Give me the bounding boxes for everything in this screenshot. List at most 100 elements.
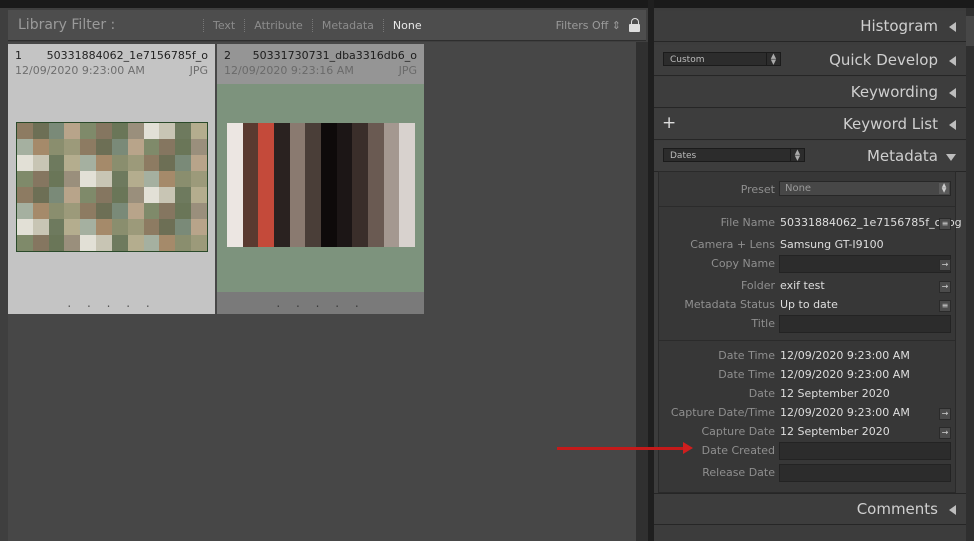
filter-attribute-tab[interactable]: Attribute	[244, 18, 312, 32]
date-time-value: 12/09/2020 9:23:00 AM	[780, 349, 910, 362]
collapse-triangle-icon	[949, 88, 956, 98]
thumbnail-pixel	[258, 216, 274, 232]
keyword-list-header[interactable]: + Keyword List	[654, 109, 966, 140]
thumbnail-pixel	[352, 200, 368, 216]
thumbnail-pixel	[127, 171, 144, 187]
section-divider	[659, 340, 955, 341]
copy-name-field[interactable]	[779, 255, 951, 273]
quick-develop-header[interactable]: Custom ▲ ▼ Quick Develop	[654, 45, 966, 76]
keywording-header[interactable]: Keywording	[654, 77, 966, 108]
quick-develop-title: Quick Develop	[829, 51, 938, 69]
thumbnail-pixel	[336, 154, 353, 170]
grid-cell-2[interactable]: 2 50331730731_dba3316db6_o 12/09/2020 9:…	[217, 44, 424, 314]
thumbnail-pixel	[336, 231, 353, 247]
metadata-row-capture-date-time: Capture Date/Time 12/09/2020 9:23:00 AM …	[659, 404, 955, 423]
thumbnail-pixel	[352, 169, 368, 185]
cell-filename: 50331884062_1e7156785f_o	[46, 49, 208, 62]
thumbnail-pixel	[368, 216, 384, 232]
status-label: Metadata Status	[684, 298, 775, 311]
date-created-field[interactable]	[779, 442, 951, 460]
metadata-row-release-date: Release Date	[659, 464, 955, 483]
file-name-value[interactable]: 50331884062_1e7156785f_o.jpg	[780, 216, 962, 229]
thumbnail-pixel	[64, 203, 81, 219]
thumbnail-pixel	[383, 169, 400, 185]
title-field[interactable]	[779, 315, 951, 333]
preset-value: None	[785, 183, 812, 194]
thumbnail-pixel	[368, 231, 384, 247]
annotation-arrow	[557, 447, 685, 450]
thumbnail-pixel	[336, 169, 353, 185]
thumbnail-pixel	[336, 138, 353, 154]
thumbnail-pixel	[321, 185, 337, 201]
capture-date-label: Capture Date	[701, 425, 775, 438]
thumbnail-pixel	[352, 138, 368, 154]
preset-select[interactable]: None ▲ ▼	[779, 181, 951, 196]
rating-dots[interactable]: . . . . .	[217, 296, 424, 310]
thumbnail-pixel	[258, 185, 274, 201]
thumbnail-pixel	[321, 200, 337, 216]
thumbnail-pixel	[64, 123, 81, 139]
thumbnail-pixel	[399, 138, 415, 154]
thumbnail-pixel	[191, 187, 207, 203]
rating-dots[interactable]: . . . . .	[8, 296, 215, 310]
metadata-header[interactable]: Dates ▲ ▼ Metadata	[654, 141, 966, 172]
photo-thumbnail-2[interactable]	[227, 123, 415, 247]
filter-none-tab[interactable]: None	[382, 18, 431, 32]
thumbnail-pixel	[175, 171, 192, 187]
photo-thumbnail-1[interactable]	[16, 122, 208, 252]
comments-header[interactable]: Comments	[654, 493, 966, 525]
thumbnail-pixel	[227, 154, 243, 170]
thumbnail-pixel	[305, 185, 321, 201]
plus-icon[interactable]: +	[662, 113, 676, 133]
thumbnail-pixel	[175, 203, 192, 219]
thumbnail-pixel	[111, 219, 128, 235]
panel-scrollbar[interactable]	[966, 8, 974, 541]
metadata-view-select[interactable]: Dates ▲ ▼	[663, 148, 805, 162]
date-value: 12 September 2020	[780, 387, 890, 400]
quick-develop-preset-select[interactable]: Custom ▲ ▼	[663, 52, 781, 66]
metadata-row-date-time-1: Date Time 12/09/2020 9:23:00 AM	[659, 347, 955, 366]
goto-arrow-icon[interactable]: →	[939, 259, 951, 271]
goto-arrow-icon[interactable]: →	[939, 281, 951, 293]
thumbnail-pixel	[17, 123, 33, 139]
histogram-header[interactable]: Histogram	[654, 11, 966, 42]
filters-off-dropdown[interactable]: Filters Off ⇕	[556, 19, 621, 32]
list-icon[interactable]: ≡	[939, 218, 951, 230]
thumbnail-pixel	[336, 185, 353, 201]
lock-icon[interactable]	[629, 18, 640, 32]
grid-scrollbar[interactable]	[636, 42, 648, 541]
thumbnail-pixel	[274, 154, 290, 170]
metadata-row-date-time-2: Date Time 12/09/2020 9:23:00 AM	[659, 366, 955, 385]
thumbnail-pixel	[336, 200, 353, 216]
thumbnail-pixel	[175, 139, 192, 155]
thumbnail-pixel	[80, 139, 97, 155]
thumbnail-pixel	[175, 219, 192, 235]
thumbnail-pixel	[191, 203, 207, 219]
thumbnail-pixel	[191, 235, 207, 251]
filter-text-tab[interactable]: Text	[203, 18, 244, 32]
thumbnail-pixel	[258, 138, 274, 154]
grid-cell-1[interactable]: 1 50331884062_1e7156785f_o 12/09/2020 9:…	[8, 44, 215, 314]
thumbnail-pixel	[96, 235, 112, 251]
thumbnail-pixel	[258, 231, 274, 247]
capture-date-time-label: Capture Date/Time	[670, 406, 775, 419]
thumbnail-pixel	[80, 235, 97, 251]
metadata-body: Preset None ▲ ▼ File Name 50331884062_1e71…	[658, 171, 962, 493]
filter-metadata-tab[interactable]: Metadata	[311, 18, 383, 32]
date-created-label: Date Created	[701, 444, 775, 457]
thumbnail-pixel	[48, 187, 65, 203]
histogram-title: Histogram	[860, 17, 938, 35]
date-time-label: Date Time	[718, 368, 775, 381]
thumbnail-pixel	[32, 219, 49, 235]
quick-develop-preset-value: Custom	[670, 55, 705, 65]
thumbnail-pixel	[399, 154, 415, 170]
date-label: Date	[748, 387, 775, 400]
goto-arrow-icon[interactable]: →	[939, 408, 951, 420]
list-icon[interactable]: ≡	[939, 300, 951, 312]
release-date-field[interactable]	[779, 464, 951, 482]
thumbnail-pixel	[242, 123, 259, 139]
library-grid[interactable]: 1 50331884062_1e7156785f_o 12/09/2020 9:…	[8, 42, 636, 541]
goto-arrow-icon[interactable]: →	[939, 427, 951, 439]
panel-scrollbar-thumb[interactable]	[966, 16, 974, 46]
thumbnail-pixel	[399, 185, 415, 201]
